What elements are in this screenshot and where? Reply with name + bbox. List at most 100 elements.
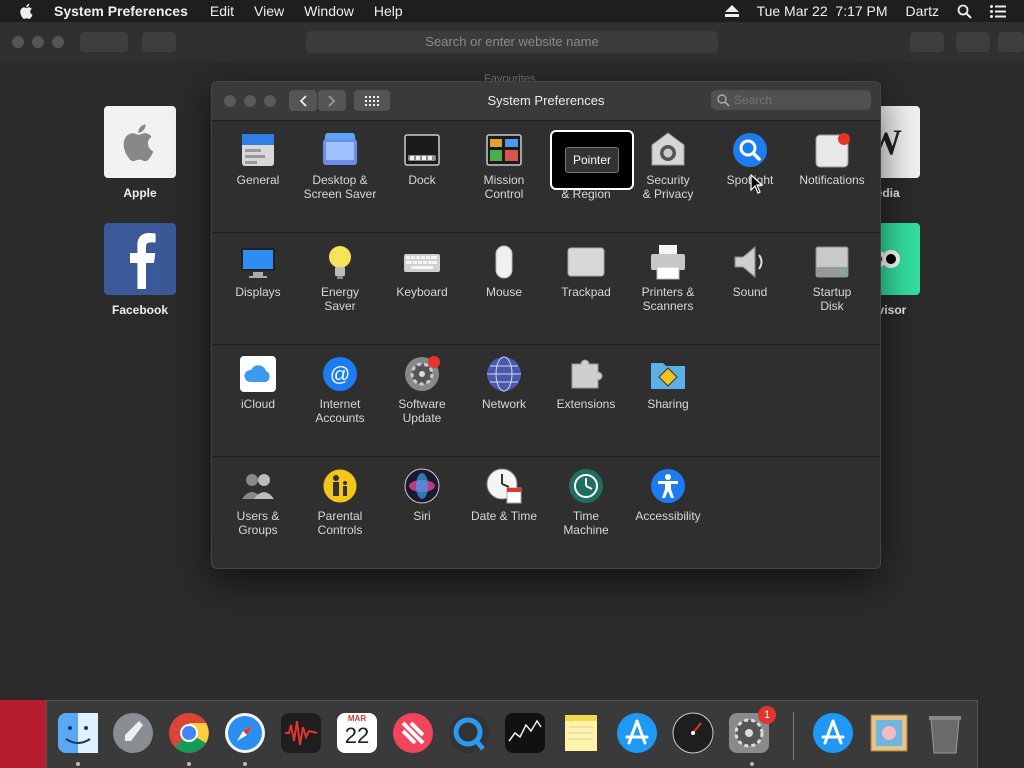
menu-bar: System Preferences Edit View Window Help… [0,0,1024,22]
pref-label: Displays [235,285,281,299]
pref-software-update[interactable]: Software Update [381,345,463,425]
trash-icon [929,716,961,754]
safari-share-button[interactable] [910,32,944,52]
news-icon [393,713,433,753]
menubar-clock[interactable]: Tue Mar 22 7:17 PM [757,3,888,19]
pref-keyboard[interactable]: Keyboard [381,233,463,299]
dock-system-preferences[interactable]: 1 [726,706,776,756]
accessibility-icon [651,469,685,503]
pref-startup-disk[interactable]: Startup Disk [791,233,873,313]
pref-extensions[interactable]: Extensions [545,345,627,411]
pref-mission-control[interactable]: Mission Control [463,121,545,201]
displays-icon [241,248,275,278]
pref-general[interactable]: General [217,121,299,187]
safari-sidebar-button[interactable] [142,32,176,52]
pref-label: Parental Controls [317,509,363,537]
pref-label: Extensions [556,397,616,411]
pref-energy-saver[interactable]: Energy Saver [299,233,381,313]
system-preferences-window: System Preferences General Desktop & Scr… [211,81,881,569]
safari-toolbar: Search or enter website name [0,22,1024,63]
safari-close-button[interactable] [12,36,24,48]
menu-help[interactable]: Help [374,3,403,19]
pref-security-privacy[interactable]: Security & Privacy [627,121,709,201]
dock-stocks[interactable] [502,710,548,756]
pref-desktop-screen-saver[interactable]: Desktop & Screen Saver [299,121,381,201]
pref-displays[interactable]: Displays [217,233,299,299]
pref-siri[interactable]: Siri [381,457,463,523]
pref-icloud[interactable]: iCloud [217,345,299,411]
dock-app-store-download[interactable] [810,710,856,756]
safari-back-forward[interactable] [80,32,128,52]
spotlight-search-icon[interactable] [957,4,972,19]
app-store-icon [813,713,853,753]
menu-view[interactable]: View [254,3,284,19]
dock-notes[interactable] [558,710,604,756]
dock-app-store[interactable] [614,710,660,756]
favourite-facebook[interactable]: Facebook [104,223,176,317]
dock-news[interactable] [390,710,436,756]
dock-trash[interactable] [922,710,968,756]
dock-activity-monitor[interactable] [670,710,716,756]
notification-center-icon[interactable] [990,4,1006,18]
general-icon [242,134,274,166]
pref-accessibility[interactable]: Accessibility [627,457,709,523]
safari-new-tab-button[interactable] [998,32,1024,52]
safari-address-bar[interactable]: Search or enter website name [306,31,718,53]
favourite-apple[interactable]: Apple [104,106,176,200]
voice-memos-icon [281,713,321,753]
safari-minimize-button[interactable] [32,36,44,48]
pref-users-groups[interactable]: Users & Groups [217,457,299,537]
favourite-label: Apple [123,186,157,200]
pref-sharing[interactable]: Sharing [627,345,709,411]
running-indicator [750,762,754,766]
dock-quicktime[interactable] [446,710,492,756]
menu-edit[interactable]: Edit [210,3,234,19]
search-input[interactable] [734,93,854,107]
users-icon [242,474,274,499]
pref-internet-accounts[interactable]: @ Internet Accounts [299,345,381,425]
search-field[interactable] [711,90,871,110]
preview-icon [870,714,908,752]
menu-app-name[interactable]: System Preferences [54,3,188,19]
dock-preview[interactable] [866,710,912,756]
dock-safari[interactable] [222,710,268,756]
prefs-section-internet: iCloud @ Internet Accounts Software Upda… [212,345,880,457]
pref-sound[interactable]: Sound [709,233,791,299]
calendar-day: 22 [344,723,370,748]
dock-voice-memos[interactable] [278,710,324,756]
pref-date-time[interactable]: Date & Time [463,457,545,523]
dock-launchpad[interactable] [110,710,156,756]
eject-icon[interactable] [724,5,739,17]
dock-chrome[interactable] [166,710,212,756]
dock-separator [793,712,794,760]
pref-label: Energy Saver [320,285,360,313]
dock-calendar[interactable]: MAR 22 [334,710,380,756]
pref-mouse[interactable]: Mouse [463,233,545,299]
apple-menu-icon[interactable] [18,2,36,20]
pref-printers-scanners[interactable]: Printers & Scanners [627,233,709,313]
security-icon [651,132,685,166]
pref-label: Date & Time [470,509,538,523]
safari-zoom-button[interactable] [52,36,64,48]
pref-time-machine[interactable]: Time Machine [545,457,627,537]
pref-parental-controls[interactable]: Parental Controls [299,457,381,537]
safari-tabs-button[interactable] [956,32,990,52]
pref-dock[interactable]: Dock [381,121,463,187]
pref-network[interactable]: Network [463,345,545,411]
app-store-icon [617,713,657,753]
menubar-user[interactable]: Dartz [906,3,939,19]
running-indicator [187,762,191,766]
prefs-section-personal: General Desktop & Screen Saver Dock Miss… [212,121,880,233]
pref-label: Printers & Scanners [641,285,695,313]
pref-trackpad[interactable]: Trackpad [545,233,627,299]
pref-label: Software Update [398,397,446,425]
dock-finder[interactable] [55,710,101,756]
pref-label: Users & Groups [236,509,280,537]
pref-notifications[interactable]: Notifications [791,121,873,187]
startup-disk-icon [815,246,849,278]
menu-window[interactable]: Window [304,3,354,19]
extensions-icon [571,359,603,389]
pointer-tooltip: Pointer [550,130,634,190]
icloud-icon [240,356,276,392]
pref-label: Keyboard [396,285,448,299]
